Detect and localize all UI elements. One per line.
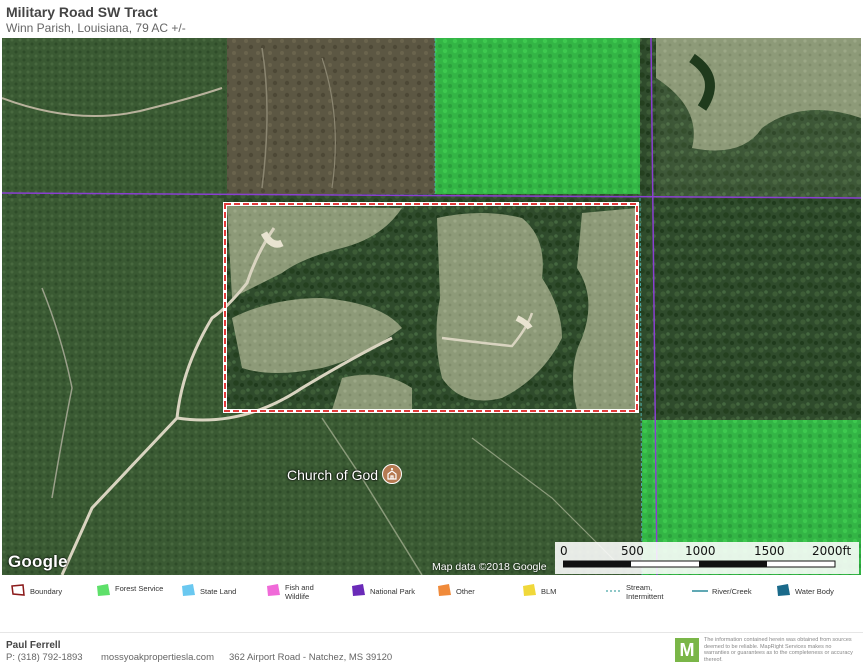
dashed-line-icon [606, 590, 622, 592]
forest-service-area [435, 38, 640, 194]
agent-phone[interactable]: P: (318) 792-1893 [6, 652, 83, 663]
polygon-icon [352, 584, 365, 596]
website-link[interactable]: mossyoakpropertiesla.com [101, 652, 214, 663]
church-label: Church of God [287, 467, 379, 483]
polygon-icon [438, 584, 451, 596]
scale-bar: 0 500 1000 1500 2000ft [555, 542, 859, 574]
polygon-icon [267, 584, 280, 596]
church-icon[interactable] [382, 464, 402, 484]
scale-tick-label: 1000 [685, 544, 716, 558]
boundary-outline-icon [11, 584, 25, 596]
agent-name: Paul Ferrell [6, 640, 61, 651]
map-legend: Boundary Forest Service State Land Fish … [0, 579, 863, 607]
polygon-icon [777, 584, 790, 596]
polygon-icon [97, 584, 110, 596]
disclaimer-text: The information contained herein was obt… [704, 637, 853, 663]
satellite-map[interactable] [2, 38, 861, 575]
polygon-icon [523, 584, 536, 596]
google-logo: Google [8, 552, 68, 571]
map-imagery [2, 38, 861, 575]
office-address: 362 Airport Road - Natchez, MS 39120 [229, 652, 393, 663]
map-attribution[interactable]: Map data ©2018 Google [432, 561, 547, 573]
scale-ruler [563, 560, 836, 568]
scale-tick-label: 0 [560, 544, 568, 558]
scale-tick-label: 2000ft [812, 544, 852, 558]
mapright-logo: M [675, 638, 699, 662]
polygon-icon [182, 584, 195, 596]
church-glyph [387, 468, 397, 480]
page-title: Military Road SW Tract [6, 4, 158, 20]
line-icon [692, 590, 708, 592]
scale-tick-label: 500 [621, 544, 644, 558]
page-subtitle: Winn Parish, Louisiana, 79 AC +/- [6, 21, 186, 35]
scale-tick-label: 1500 [754, 544, 785, 558]
footer-divider [0, 632, 863, 633]
